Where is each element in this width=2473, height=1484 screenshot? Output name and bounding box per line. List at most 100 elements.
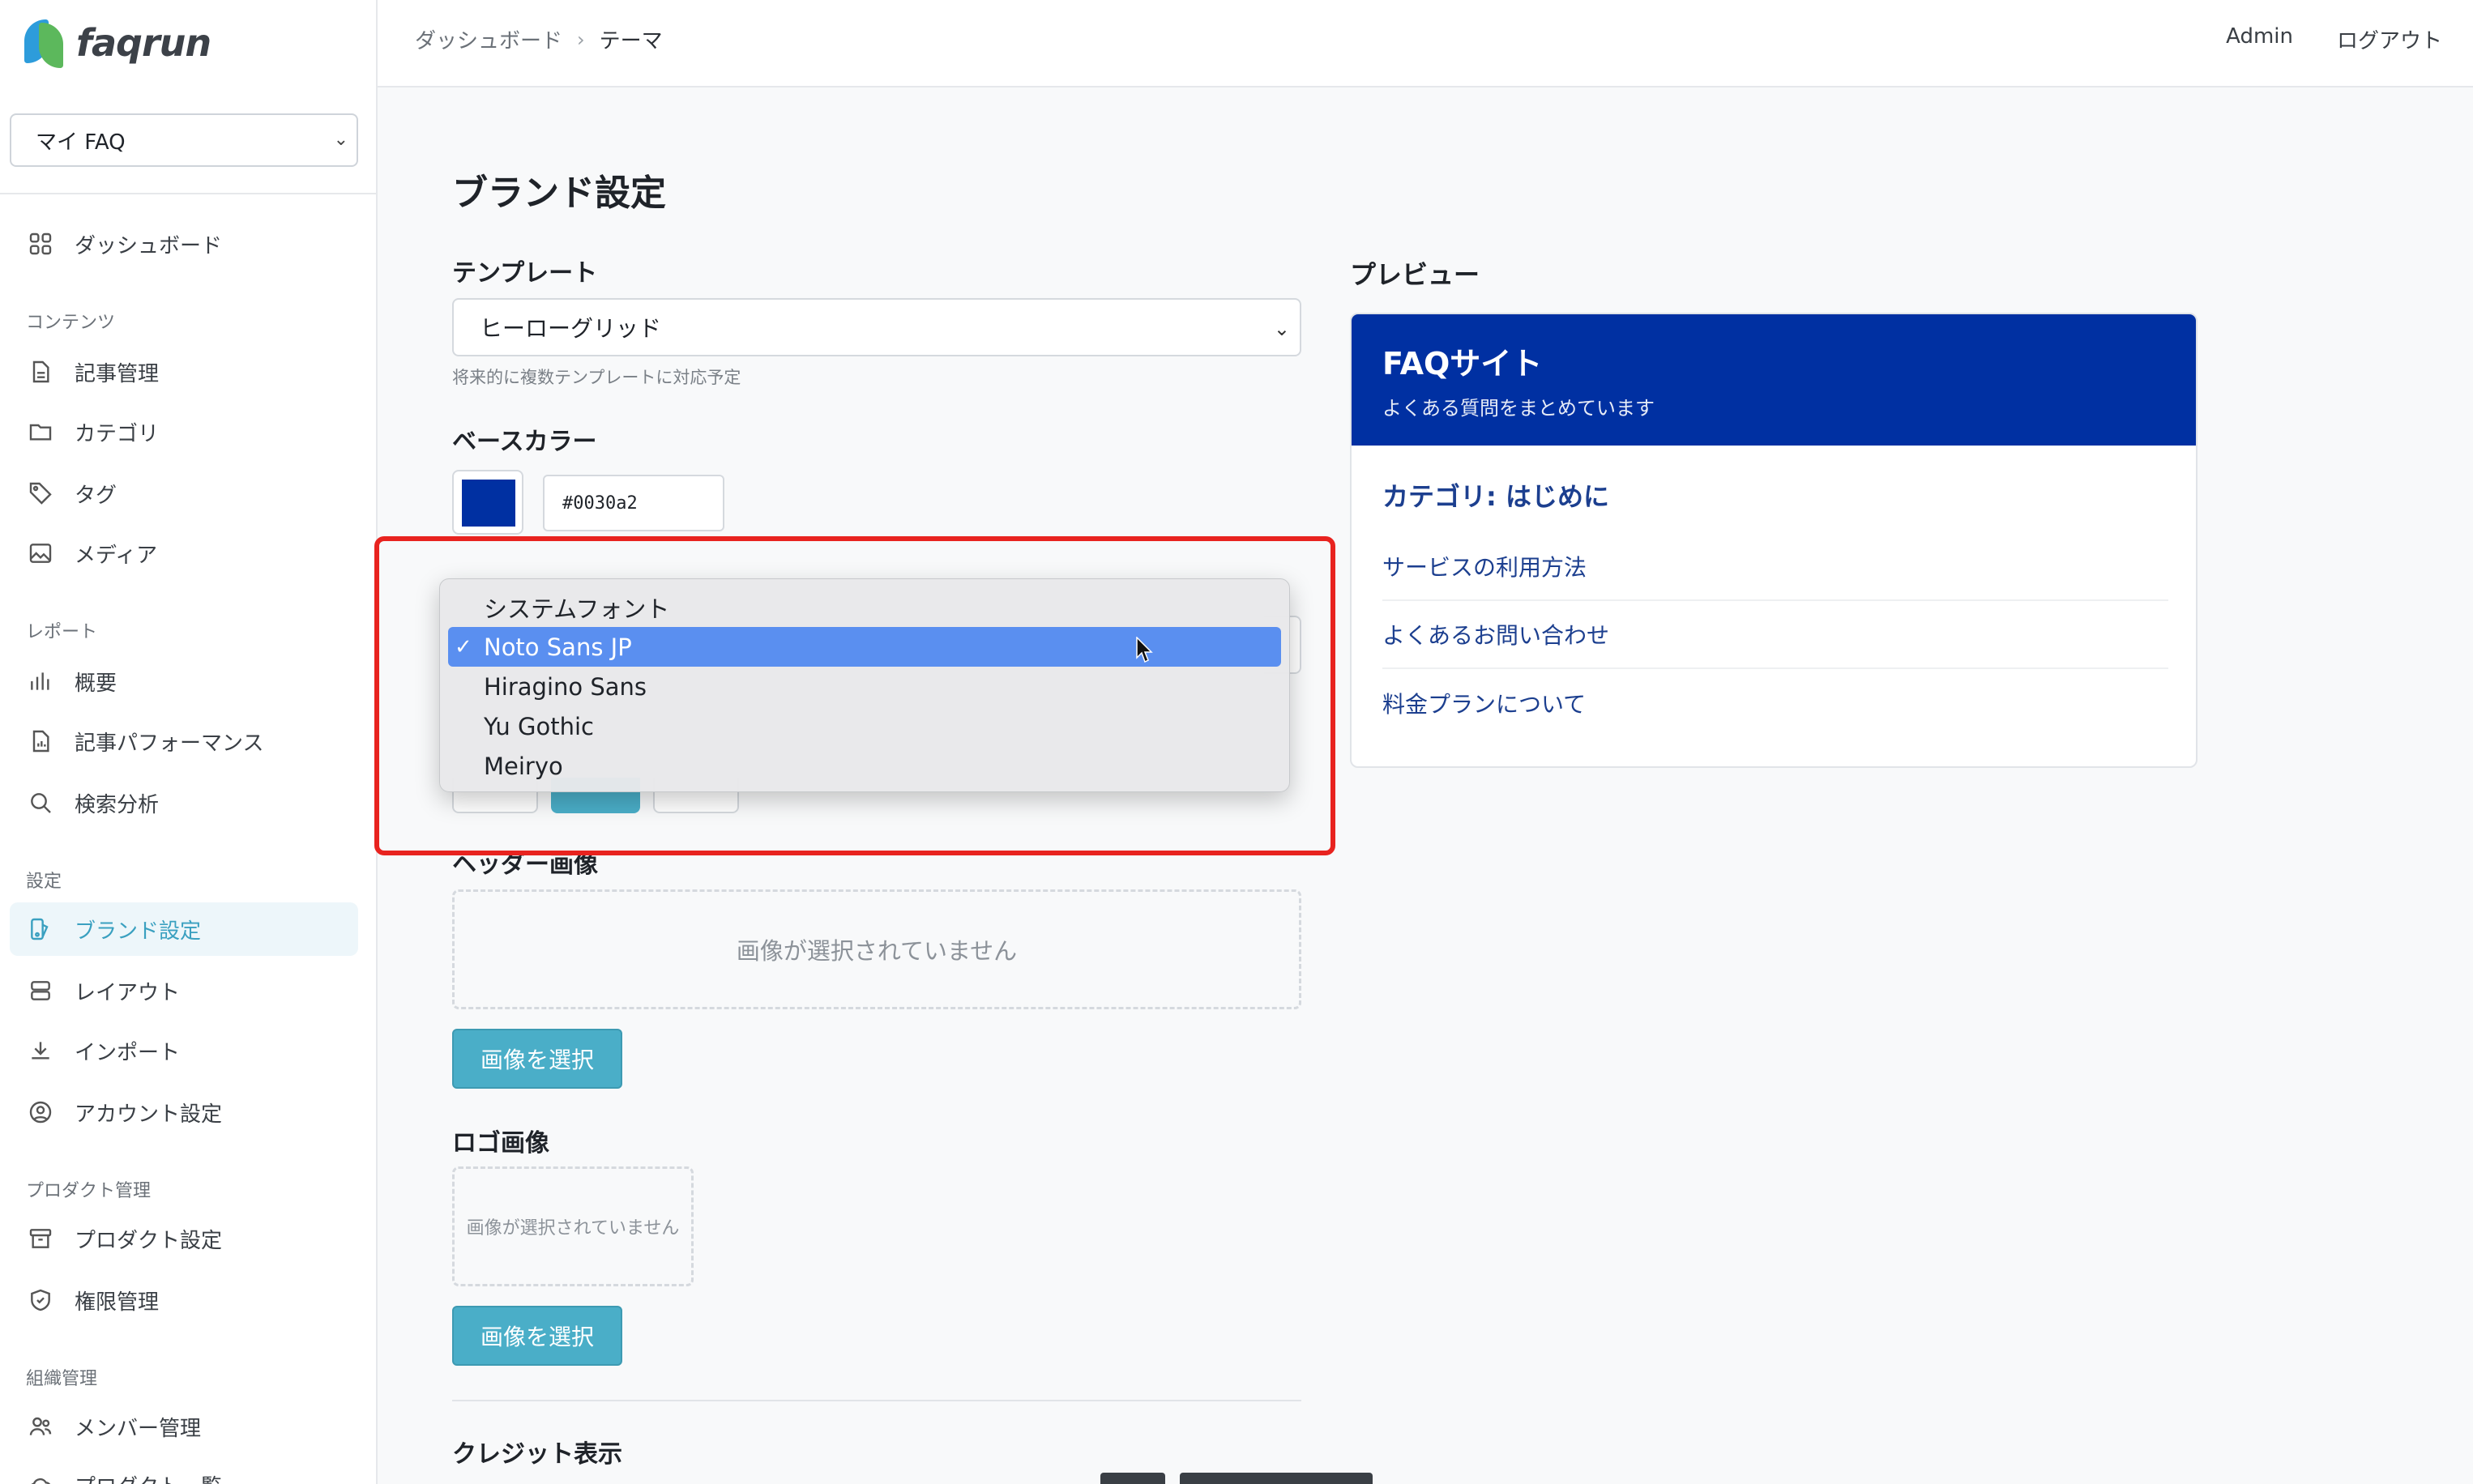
sidebar-item-product-settings[interactable]: プロダクト設定 — [10, 1212, 358, 1265]
sidebar-item-search-analysis[interactable]: 検索分析 — [10, 776, 358, 829]
font-option-label: Meiryo — [484, 752, 563, 780]
user-name[interactable]: Admin — [2226, 24, 2293, 54]
sidebar-item-label: カテゴリ — [75, 421, 160, 446]
sidebar-item-overview[interactable]: 概要 — [10, 655, 358, 708]
sidebar-item-dashboard[interactable]: ダッシュボード — [10, 217, 358, 271]
faq-selector[interactable]: マイ FAQ ⌄ — [10, 113, 358, 167]
preview-label: プレビュー — [1350, 259, 1480, 290]
sidebar-item-tags[interactable]: タグ — [10, 467, 358, 520]
section-label-settings: 設定 — [26, 872, 62, 892]
font-option-label: システムフォント — [484, 595, 670, 623]
sidebar-item-media[interactable]: メディア — [10, 527, 358, 580]
font-option[interactable]: Yu Gothic — [448, 706, 1281, 746]
cloud-icon — [28, 1472, 53, 1484]
sidebar-item-articles[interactable]: 記事管理 — [10, 345, 358, 399]
preview-site-subtitle: よくある質問をまとめています — [1382, 397, 1655, 420]
section-label-reports: レポート — [26, 622, 98, 642]
app-logo[interactable]: faqrun — [24, 15, 211, 71]
logo-text: faqrun — [76, 21, 211, 65]
preview-link: 料金プランについて — [1382, 691, 1587, 718]
preview-category-title: カテゴリ: はじめに — [1382, 481, 1609, 512]
sidebar-item-layout[interactable]: レイアウト — [10, 964, 358, 1017]
logo-image-select-button[interactable]: 画像を選択 — [452, 1306, 622, 1366]
archive-icon — [28, 1226, 53, 1252]
sidebar-item-label: プロダクト一覧 — [75, 1470, 222, 1484]
preview-link: よくあるお問い合わせ — [1382, 601, 2168, 669]
template-select-value: ヒーローグリッド — [480, 315, 662, 342]
sidebar-item-label: 検索分析 — [75, 792, 160, 817]
sidebar-item-product-list[interactable]: プロダクト一覧 — [10, 1458, 358, 1484]
sidebar-item-account-settings[interactable]: アカウント設定 — [10, 1085, 358, 1139]
palette-icon — [28, 916, 53, 942]
template-helper-text: 将来的に複数テンプレートに対応予定 — [452, 368, 741, 387]
header-image-dropzone[interactable]: 画像が選択されていません — [452, 889, 1301, 1009]
breadcrumb-current: テーマ — [599, 29, 663, 53]
sidebar: faqrun マイ FAQ ⌄ ダッシュボード コンテンツ 記事管理 カテゴリ … — [0, 0, 378, 1484]
users-icon — [28, 1414, 53, 1439]
sidebar-item-members[interactable]: メンバー管理 — [10, 1400, 358, 1453]
section-label-product-management: プロダクト管理 — [26, 1181, 152, 1201]
sidebar-item-label: メディア — [75, 543, 158, 568]
font-option-selected[interactable]: ✓ Noto Sans JP — [448, 627, 1281, 667]
faq-selector-value: マイ FAQ — [36, 130, 126, 155]
document-icon — [28, 359, 53, 385]
layout-icon — [28, 978, 53, 1004]
preview-link: サービスの利用方法 — [1382, 533, 2168, 601]
search-icon — [28, 790, 53, 816]
bottom-toolbar-fragment — [1100, 1473, 1165, 1484]
credit-label: クレジット表示 — [452, 1440, 622, 1469]
font-option[interactable]: システムフォント — [448, 587, 1281, 627]
header-image-empty-text: 画像が選択されていません — [736, 937, 1018, 965]
check-icon: ✓ — [455, 634, 472, 659]
logo-icon — [24, 18, 68, 68]
sidebar-item-label: ブランド設定 — [75, 919, 202, 944]
sidebar-item-article-performance[interactable]: 記事パフォーマンス — [10, 714, 358, 768]
preview-site-title: FAQサイト — [1382, 346, 1543, 382]
user-menu: Admin ログアウト — [2226, 24, 2442, 54]
template-select[interactable]: ヒーローグリッド ⌄ — [452, 298, 1301, 356]
font-option[interactable]: Meiryo — [448, 746, 1281, 786]
page-title: ブランド設定 — [452, 173, 666, 214]
chevron-right-icon: › — [577, 28, 585, 51]
section-divider — [452, 1400, 1301, 1401]
tag-icon — [28, 480, 53, 506]
color-swatch — [462, 480, 515, 527]
sidebar-item-permissions[interactable]: 権限管理 — [10, 1273, 358, 1327]
top-bar: ダッシュボード › テーマ Admin ログアウト — [378, 0, 2473, 87]
sidebar-item-label: 記事パフォーマンス — [75, 731, 264, 756]
sidebar-item-label: レイアウト — [75, 980, 181, 1005]
logout-link[interactable]: ログアウト — [2337, 24, 2442, 54]
preview-card: FAQサイト よくある質問をまとめています カテゴリ: はじめに サービスの利用… — [1350, 313, 2198, 768]
grid-icon — [28, 231, 53, 257]
mouse-cursor-icon — [1136, 637, 1153, 663]
sidebar-item-label: 権限管理 — [75, 1290, 160, 1315]
sidebar-item-import[interactable]: インポート — [10, 1024, 358, 1077]
logo-image-empty-text: 画像が選択されていません — [466, 1218, 680, 1239]
sidebar-item-label: タグ — [75, 483, 117, 508]
font-dropdown-menu: システムフォント ✓ Noto Sans JP Hiragino Sans Yu… — [439, 578, 1290, 792]
font-option-label: Noto Sans JP — [484, 633, 632, 661]
sidebar-item-label: 概要 — [75, 671, 117, 696]
logo-image-dropzone[interactable]: 画像が選択されていません — [452, 1166, 694, 1286]
sidebar-item-brand-settings[interactable]: ブランド設定 — [10, 902, 358, 956]
section-label-content: コンテンツ — [26, 313, 116, 333]
font-option-label: Hiragino Sans — [484, 672, 647, 701]
breadcrumb: ダッシュボード › テーマ — [415, 24, 663, 54]
bar-chart-icon — [28, 668, 53, 694]
header-image-select-button[interactable]: 画像を選択 — [452, 1029, 622, 1089]
breadcrumb-dashboard[interactable]: ダッシュボード — [415, 24, 562, 54]
preview-hero: FAQサイト よくある質問をまとめています — [1352, 314, 2196, 446]
chevron-down-icon: ⌄ — [333, 130, 348, 150]
sidebar-item-categories[interactable]: カテゴリ — [10, 405, 358, 458]
sidebar-item-label: 記事管理 — [75, 361, 160, 386]
chevron-down-icon: ⌄ — [1273, 318, 1290, 340]
section-label-organization: 組織管理 — [26, 1369, 98, 1389]
bottom-toolbar-fragment — [1180, 1473, 1373, 1484]
folder-icon — [28, 419, 53, 445]
color-picker[interactable] — [452, 470, 523, 535]
download-icon — [28, 1038, 53, 1064]
sidebar-item-label: アカウント設定 — [75, 1102, 223, 1127]
image-icon — [28, 540, 53, 566]
hex-color-input[interactable]: #0030a2 — [543, 475, 724, 531]
font-option[interactable]: Hiragino Sans — [448, 667, 1281, 706]
